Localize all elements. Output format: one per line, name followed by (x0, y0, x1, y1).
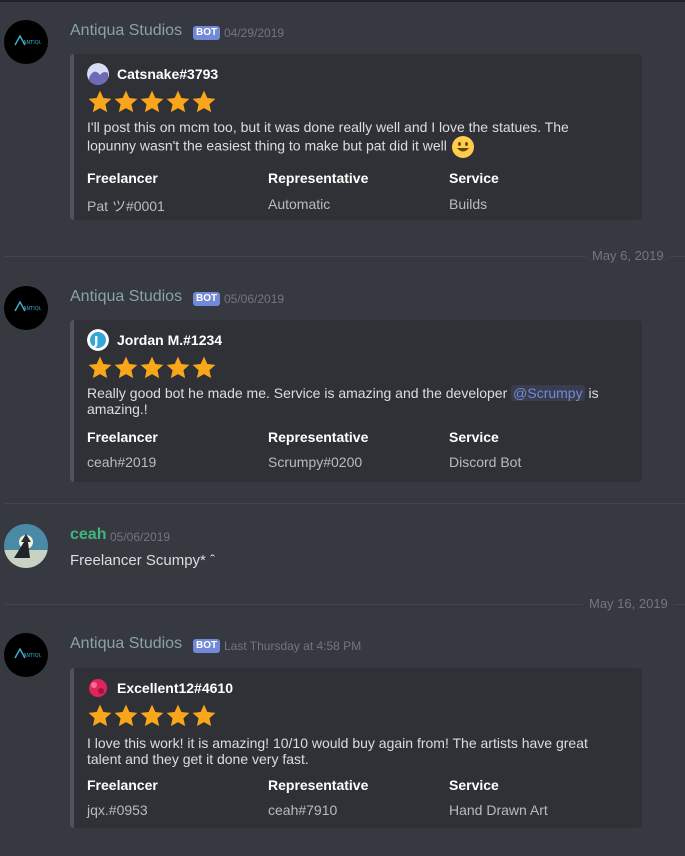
message: ANTIQUA Antiqua Studios BOT 04/29/2019 C… (0, 0, 685, 230)
embed-author[interactable]: Excellent12#4610 (117, 680, 233, 696)
author-name[interactable]: Antiqua Studios (70, 22, 182, 40)
antiqua-logo-icon[interactable]: ANTIQUA (4, 633, 48, 677)
svg-text:ANTIQUA: ANTIQUA (23, 653, 41, 659)
svg-text:ANTIQUA: ANTIQUA (23, 40, 41, 46)
embed-author[interactable]: Jordan M.#1234 (117, 332, 222, 348)
embed-author[interactable]: Catsnake#3793 (117, 66, 218, 82)
star-rating (87, 89, 217, 115)
field-name: Service (449, 429, 499, 445)
star-icon (114, 704, 138, 727)
date-divider-label: May 6, 2019 (586, 248, 670, 263)
embed-description: I love this work! it is amazing! 10/10 w… (87, 735, 588, 767)
star-icon (88, 704, 112, 727)
embed-description: Really good bot he made me. Service is a… (87, 385, 607, 417)
field-value: Hand Drawn Art (449, 802, 548, 818)
message: ANTIQUA Antiqua Studios BOT Last Thursda… (0, 618, 685, 848)
timestamp: 05/06/2019 (224, 292, 285, 306)
star-icon (192, 90, 216, 113)
star-icon (166, 90, 190, 113)
description-text: Really good bot he made me. Service is a… (87, 385, 512, 401)
star-icon (166, 356, 190, 379)
field-value: Discord Bot (449, 454, 522, 470)
review-embed: Excellent12#4610 I love this work! it is… (70, 668, 642, 828)
svg-text:J: J (93, 334, 98, 348)
review-embed: J Jordan M.#1234 Really good bot he made… (70, 320, 642, 482)
field-name: Service (449, 170, 499, 186)
date-divider-label: May 16, 2019 (583, 596, 674, 611)
star-icon (114, 90, 138, 113)
star-rating (87, 355, 217, 381)
field-value: jqx.#0953 (87, 802, 148, 818)
catsnake-avatar-icon[interactable] (87, 63, 109, 85)
message-separator (4, 503, 685, 504)
field-value: Builds (449, 196, 488, 212)
field-value: Scrumpy#0200 (268, 454, 363, 470)
star-icon (88, 356, 112, 379)
field-name: Representative (268, 777, 369, 793)
description-text: I'll post this on mcm too, but it was do… (87, 119, 569, 154)
message: ANTIQUA Antiqua Studios BOT 05/06/2019 J… (0, 270, 685, 490)
smiley-emoji-icon (451, 136, 474, 158)
field-value: Pat ツ#0001 (87, 198, 165, 214)
field-name: Freelancer (87, 170, 158, 186)
jordan-avatar-icon[interactable]: J (87, 329, 109, 351)
date-divider (4, 256, 685, 257)
timestamp: 05/06/2019 (110, 530, 171, 544)
star-icon (140, 356, 164, 379)
field-name: Representative (268, 170, 369, 186)
field-name: Freelancer (87, 429, 158, 445)
bot-badge: BOT (193, 292, 221, 306)
field-name: Service (449, 777, 499, 793)
excellent-avatar-icon[interactable] (87, 677, 109, 699)
antiqua-logo-icon[interactable]: ANTIQUA (4, 286, 48, 330)
author-name[interactable]: Antiqua Studios (70, 635, 182, 653)
bot-badge: BOT (193, 26, 221, 40)
star-icon (140, 704, 164, 727)
star-icon (140, 90, 164, 113)
review-embed: Catsnake#3793 I'll post this on mcm too,… (70, 54, 642, 220)
field-value: ceah#2019 (87, 454, 157, 470)
field-name: Freelancer (87, 777, 158, 793)
field-name: Representative (268, 429, 369, 445)
timestamp: 04/29/2019 (224, 26, 285, 40)
author-name[interactable]: Antiqua Studios (70, 288, 182, 306)
message-content: Freelancer Scumpy* ˆ (70, 552, 216, 569)
author-name[interactable]: ceah (70, 526, 106, 544)
antiqua-logo-icon[interactable]: ANTIQUA (4, 20, 48, 64)
timestamp: Last Thursday at 4:58 PM (224, 639, 362, 653)
bot-badge: BOT (193, 639, 221, 653)
embed-description: I'll post this on mcm too, but it was do… (87, 119, 607, 159)
star-icon (166, 704, 190, 727)
star-icon (192, 704, 216, 727)
svg-text:ANTIQUA: ANTIQUA (23, 306, 41, 312)
star-icon (88, 90, 112, 113)
ceah-avatar-icon[interactable] (4, 524, 48, 568)
user-mention[interactable]: @Scrumpy (511, 385, 585, 401)
field-value: ceah#7910 (268, 802, 338, 818)
message: ceah 05/06/2019 Freelancer Scumpy* ˆ (0, 515, 685, 585)
star-icon (192, 356, 216, 379)
star-icon (114, 356, 138, 379)
star-rating (87, 703, 217, 729)
field-value: Automatic (268, 196, 331, 212)
